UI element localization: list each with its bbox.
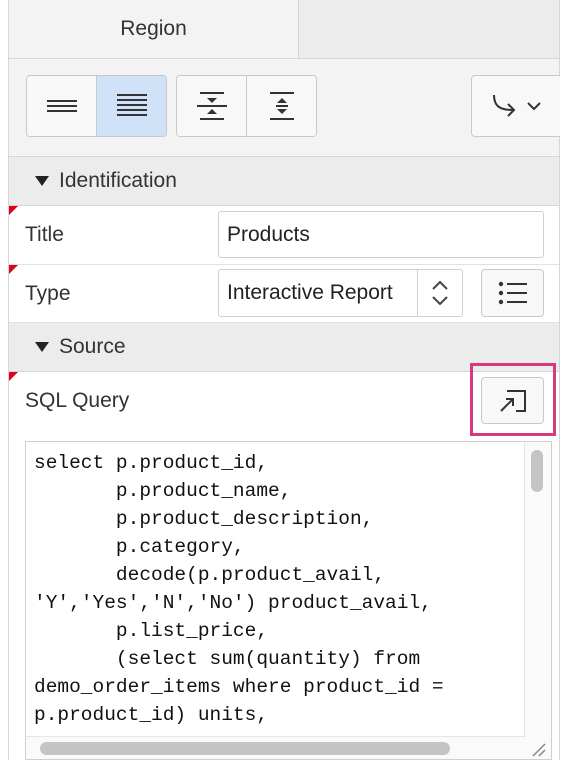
expand-collapse-group bbox=[176, 75, 317, 137]
chevron-down-icon bbox=[527, 102, 541, 111]
display-mode-group bbox=[26, 75, 167, 137]
open-code-editor-button[interactable] bbox=[481, 377, 544, 424]
vertical-scroll-thumb[interactable] bbox=[531, 450, 543, 492]
resize-handle[interactable] bbox=[525, 737, 551, 759]
property-toolbar bbox=[9, 59, 560, 157]
horizontal-scrollbar[interactable] bbox=[26, 736, 526, 759]
type-row: Type Interactive Report bbox=[9, 265, 559, 323]
code-line: p.product_name, bbox=[34, 480, 292, 502]
chevron-up-down-icon bbox=[432, 280, 448, 306]
caret-down-icon bbox=[35, 176, 49, 186]
caret-down-icon bbox=[35, 342, 49, 352]
type-select[interactable]: Interactive Report bbox=[218, 269, 463, 317]
show-common-button[interactable] bbox=[27, 76, 97, 136]
list-icon bbox=[498, 281, 527, 305]
required-marker bbox=[9, 206, 18, 215]
tab-region[interactable]: Region bbox=[9, 0, 299, 58]
code-line: decode(p.product_avail, bbox=[34, 564, 386, 586]
sql-query-label: SQL Query bbox=[25, 389, 130, 412]
lines-dense-icon bbox=[116, 94, 147, 116]
expand-all-button[interactable] bbox=[247, 76, 316, 136]
section-identification[interactable]: Identification bbox=[9, 157, 559, 206]
required-marker bbox=[9, 372, 18, 381]
code-line: select p.product_id, bbox=[34, 452, 269, 474]
type-select-value: Interactive Report bbox=[227, 281, 393, 304]
vertical-scrollbar[interactable] bbox=[524, 442, 551, 738]
code-line: p.category, bbox=[34, 536, 245, 558]
title-label: Title bbox=[25, 223, 64, 246]
code-line: p.product_id) units, bbox=[34, 704, 269, 726]
section-title: Source bbox=[59, 335, 126, 358]
collapse-all-icon bbox=[196, 92, 227, 120]
resize-grip-icon bbox=[532, 743, 546, 757]
collapse-all-button[interactable] bbox=[177, 76, 247, 136]
code-line: p.product_description, bbox=[34, 508, 374, 530]
expand-editor-icon bbox=[499, 389, 526, 412]
code-line: p.list_price, bbox=[34, 620, 269, 642]
go-to-group-menu[interactable] bbox=[471, 75, 560, 137]
expand-all-icon bbox=[269, 92, 294, 120]
tab-bar: Region bbox=[9, 0, 559, 59]
show-all-button[interactable] bbox=[97, 76, 166, 136]
sql-code-text: select p.product_id, p.product_name, p.p… bbox=[26, 442, 551, 729]
type-label: Type bbox=[25, 282, 71, 305]
property-editor: Region Identification Title Products Typ… bbox=[8, 0, 560, 760]
title-row: Title Products bbox=[9, 206, 559, 265]
list-of-values-button[interactable] bbox=[481, 269, 544, 317]
code-line: 'Y','Yes','N','No') product_avail, bbox=[34, 592, 432, 614]
horizontal-scroll-thumb[interactable] bbox=[40, 742, 450, 755]
sql-code-editor[interactable]: select p.product_id, p.product_name, p.p… bbox=[25, 441, 552, 760]
go-to-group-icon bbox=[493, 94, 516, 117]
code-line: (select sum(quantity) from bbox=[34, 648, 421, 670]
section-title: Identification bbox=[59, 169, 177, 192]
title-input[interactable]: Products bbox=[218, 211, 544, 258]
code-line: demo_order_items where product_id = bbox=[34, 676, 444, 698]
required-marker bbox=[9, 265, 18, 274]
lines-sparse-icon bbox=[46, 100, 77, 112]
